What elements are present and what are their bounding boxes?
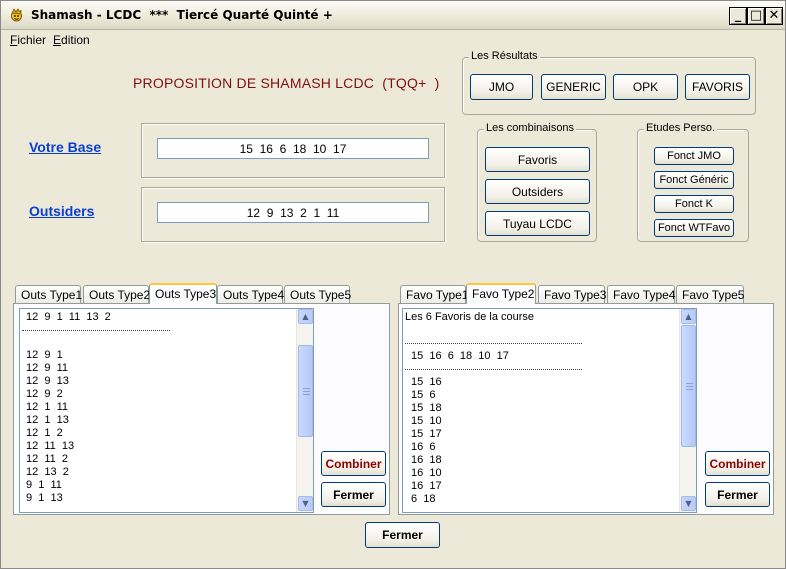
list-item[interactable]: 6 18 <box>411 493 435 506</box>
list-item[interactable]: 16 6 <box>411 441 435 454</box>
list-item[interactable]: 16 10 <box>411 467 442 480</box>
menu-bar: Fichier Edition <box>1 31 785 49</box>
fonct-k-button[interactable]: Fonct K <box>654 195 734 213</box>
list-item[interactable]: 12 9 13 <box>26 375 69 388</box>
favoris-button[interactable]: Favoris <box>485 147 590 172</box>
list-item[interactable]: 12 9 1 <box>26 349 63 362</box>
tab-outs-type1[interactable]: Outs Type1 <box>15 285 82 304</box>
menu-edition[interactable]: Edition <box>53 33 90 47</box>
list-item[interactable]: 12 11 2 <box>26 453 68 466</box>
combinaisons-group: Les combinaisons Favoris Outsiders Tuyau… <box>477 122 597 242</box>
outs-separator <box>22 330 170 331</box>
favo-list-title: Les 6 Favoris de la course <box>405 311 535 323</box>
resultats-title: Les Résultats <box>469 50 540 62</box>
list-item[interactable]: 9 1 11 <box>26 479 62 492</box>
favo-combiner-button[interactable]: Combiner <box>705 451 770 476</box>
outsiders-button[interactable]: Outsiders <box>485 179 590 204</box>
menu-fichier[interactable]: Fichier <box>10 33 46 47</box>
favo-listbox[interactable]: Les 6 Favoris de la course 15 16 6 18 10… <box>402 308 697 513</box>
tuyau-lcdc-button[interactable]: Tuyau LCDC <box>485 211 590 236</box>
tab-favo-type2[interactable]: Favo Type2 <box>466 283 536 304</box>
fonct-jmo-button[interactable]: Fonct JMO <box>654 147 734 165</box>
list-item[interactable]: 16 17 <box>411 480 442 493</box>
list-item[interactable]: 16 18 <box>411 454 442 467</box>
main-window: Shamash - LCDC *** Tiercé Quarté Quinté … <box>0 0 786 569</box>
tab-outs-type2[interactable]: Outs Type2 <box>83 285 150 304</box>
scroll-down-icon[interactable]: ▼ <box>681 496 696 511</box>
list-item[interactable]: 9 1 13 <box>26 492 63 505</box>
votre-base-link[interactable]: Votre Base <box>29 139 101 155</box>
minimize-button[interactable]: _ <box>729 7 747 25</box>
combinaisons-title: Les combinaisons <box>484 122 577 134</box>
list-item[interactable]: 15 16 <box>411 376 442 389</box>
scroll-up-icon[interactable]: ▲ <box>681 309 696 324</box>
resultats-group: Les Résultats JMO GENERIC OPK FAVORIS <box>462 50 756 115</box>
scroll-up-icon[interactable]: ▲ <box>298 309 313 324</box>
scroll-thumb[interactable] <box>681 325 696 447</box>
outs-list-header: 12 9 1 11 13 2 <box>26 311 111 323</box>
list-item[interactable]: 15 10 <box>411 415 442 428</box>
favo-fermer-button[interactable]: Fermer <box>705 482 770 507</box>
outs-scrollbar[interactable]: ▲ ▼ <box>296 309 313 512</box>
outsiders-link[interactable]: Outsiders <box>29 203 94 219</box>
list-item[interactable]: 15 17 <box>411 428 442 441</box>
favo-list-header: 15 16 6 18 10 17 <box>411 350 509 362</box>
list-item[interactable]: 12 11 13 <box>26 440 74 453</box>
proposition-heading: PROPOSITION DE SHAMASH LCDC (TQQ+ ) <box>133 75 440 91</box>
tab-favo-type4[interactable]: Favo Type4 <box>607 285 675 304</box>
tab-favo-type1[interactable]: Favo Type1 <box>400 285 468 304</box>
etudes-group: Etudes Perso. Fonct JMO Fonct Généric Fo… <box>637 122 749 242</box>
list-item[interactable]: 15 18 <box>411 402 442 415</box>
maximize-button[interactable]: □ <box>747 7 765 25</box>
tab-favo-type5[interactable]: Favo Type5 <box>676 285 744 304</box>
favoris-result-button[interactable]: FAVORIS <box>685 74 750 100</box>
favo-separator-top <box>405 343 582 344</box>
title-bar[interactable]: Shamash - LCDC *** Tiercé Quarté Quinté … <box>1 1 785 30</box>
list-item[interactable]: 12 1 11 <box>26 401 68 414</box>
close-button[interactable]: ✕ <box>765 7 783 25</box>
window-title: Shamash - LCDC *** Tiercé Quarté Quinté … <box>31 8 333 22</box>
scroll-thumb[interactable] <box>298 345 313 437</box>
list-item[interactable]: 12 13 2 <box>26 466 69 479</box>
tab-outs-type4[interactable]: Outs Type4 <box>217 285 284 304</box>
tab-outs-type5[interactable]: Outs Type5 <box>284 285 351 304</box>
list-item[interactable]: 12 1 13 <box>26 414 69 427</box>
opk-button[interactable]: OPK <box>613 74 678 100</box>
list-item[interactable]: 12 9 11 <box>26 362 68 375</box>
tab-favo-type3[interactable]: Favo Type3 <box>538 285 606 304</box>
list-item[interactable]: 15 6 <box>411 389 435 402</box>
fonct-generic-button[interactable]: Fonct Généric <box>654 171 734 189</box>
fonct-wtfavo-button[interactable]: Fonct WTFavo <box>654 219 734 237</box>
favo-scrollbar[interactable]: ▲ ▼ <box>679 309 696 512</box>
tab-outs-type3[interactable]: Outs Type3 <box>149 283 217 304</box>
generic-button[interactable]: GENERIC <box>541 74 606 100</box>
app-icon <box>11 8 22 22</box>
etudes-title: Etudes Perso. <box>644 122 718 134</box>
main-fermer-button[interactable]: Fermer <box>365 522 440 548</box>
outsiders-field[interactable]: 12 9 13 2 1 11 <box>157 202 429 223</box>
favo-separator-bottom <box>405 369 582 370</box>
list-item[interactable]: 12 1 2 <box>26 427 63 440</box>
outs-combiner-button[interactable]: Combiner <box>321 451 386 476</box>
base-field[interactable]: 15 16 6 18 10 17 <box>157 138 429 159</box>
jmo-button[interactable]: JMO <box>470 74 533 100</box>
list-item[interactable]: 12 9 2 <box>26 388 63 401</box>
outs-listbox[interactable]: 12 9 1 11 13 2 12 9 1 12 9 11 12 9 13 12… <box>19 308 314 513</box>
scroll-down-icon[interactable]: ▼ <box>298 496 313 511</box>
outs-fermer-button[interactable]: Fermer <box>321 482 386 507</box>
